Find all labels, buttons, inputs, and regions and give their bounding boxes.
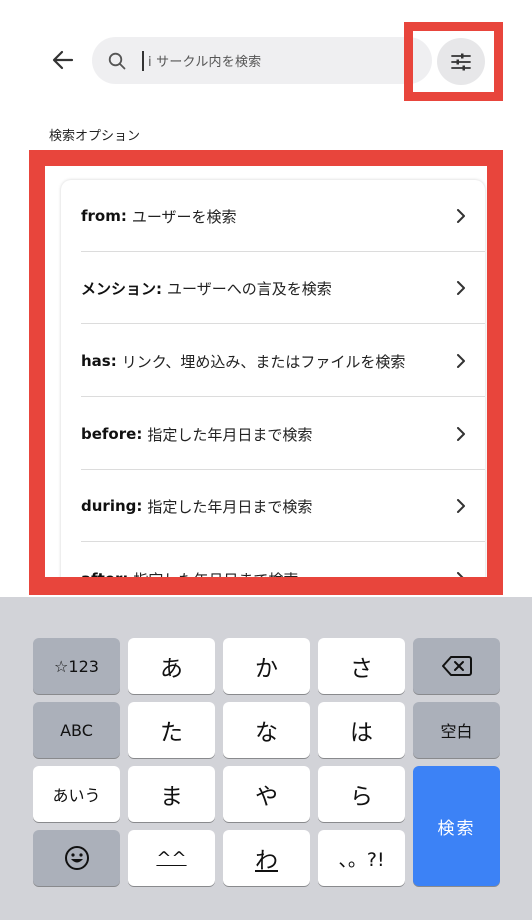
search-options-heading: 検索オプション bbox=[49, 129, 141, 144]
space-key[interactable]: 空白 bbox=[413, 702, 500, 758]
option-key: after: bbox=[81, 570, 129, 588]
mode-key-label: ☆123 bbox=[54, 656, 99, 676]
chevron-right-icon bbox=[455, 499, 467, 513]
option-before[interactable]: before: 指定した年月日まで検索 bbox=[61, 398, 485, 470]
key-label: 、。?! bbox=[338, 848, 385, 871]
chevron-right-icon bbox=[455, 354, 467, 368]
top-bar: i サークル内を検索 bbox=[0, 0, 532, 115]
option-mention[interactable]: メンション: ユーザーへの言及を検索 bbox=[61, 252, 485, 324]
key-ha[interactable]: は bbox=[318, 702, 405, 758]
options-highlight-box: from: ユーザーを検索 メンション: ユーザーへの言及を検索 has: リン… bbox=[29, 150, 503, 595]
key-ta[interactable]: た bbox=[128, 702, 215, 758]
back-button[interactable] bbox=[46, 46, 80, 74]
key-ra[interactable]: ら bbox=[318, 766, 405, 822]
backspace-icon bbox=[441, 656, 472, 676]
mode-key[interactable]: ☆123 bbox=[33, 638, 120, 694]
search-key-label: 検索 bbox=[437, 818, 476, 839]
key-label: ら bbox=[350, 784, 373, 810]
key-na[interactable]: な bbox=[223, 702, 310, 758]
key-label: な bbox=[255, 720, 278, 746]
emoji-icon bbox=[64, 846, 89, 870]
option-key: メンション: bbox=[81, 279, 162, 298]
search-icon bbox=[106, 50, 128, 72]
chevron-right-icon bbox=[455, 572, 467, 577]
key-label: あ bbox=[160, 656, 183, 682]
divider bbox=[81, 541, 485, 542]
key-ya[interactable]: や bbox=[223, 766, 310, 822]
divider bbox=[81, 323, 485, 324]
option-row-content: has: リンク、埋め込み、またはファイルを検索 bbox=[81, 325, 485, 397]
abc-key-label: ABC bbox=[60, 720, 93, 740]
option-during[interactable]: during: 指定した年月日まで検索 bbox=[61, 470, 485, 542]
key-ka[interactable]: か bbox=[223, 638, 310, 694]
text-caret bbox=[142, 50, 144, 71]
option-description: 指定した年月日まで検索 bbox=[147, 425, 313, 444]
key-dakuten[interactable]: ^^ bbox=[128, 830, 215, 886]
emoji-key[interactable] bbox=[33, 830, 120, 886]
option-row-content: before: 指定した年月日まで検索 bbox=[81, 398, 485, 470]
option-description: ユーザーを検索 bbox=[131, 207, 237, 226]
space-key-label: 空白 bbox=[440, 722, 473, 741]
aiu-key-label: あいう bbox=[52, 786, 101, 805]
key-sa[interactable]: さ bbox=[318, 638, 405, 694]
option-row-content: メンション: ユーザーへの言及を検索 bbox=[81, 252, 485, 324]
divider bbox=[81, 396, 485, 397]
key-label: は bbox=[350, 720, 373, 746]
key-label: ^^ bbox=[156, 847, 187, 869]
key-punctuation[interactable]: 、。?! bbox=[318, 830, 405, 886]
search-options-list: from: ユーザーを検索 メンション: ユーザーへの言及を検索 has: リン… bbox=[61, 180, 485, 589]
option-row-content: during: 指定した年月日まで検索 bbox=[81, 470, 485, 542]
option-description: 指定した年月日まで検索 bbox=[147, 497, 313, 516]
key-label: か bbox=[255, 656, 278, 682]
key-label: わ bbox=[255, 848, 278, 874]
key-label: た bbox=[160, 720, 183, 746]
filter-button[interactable] bbox=[437, 38, 485, 85]
option-key: during: bbox=[81, 497, 143, 515]
japanese-keyboard: ☆123 ABC あいう あ か さ た な は ま や ら ^^ わ 、。?!… bbox=[0, 597, 532, 920]
key-label: ま bbox=[160, 784, 183, 810]
key-ma[interactable]: ま bbox=[128, 766, 215, 822]
option-key: before: bbox=[81, 425, 143, 443]
key-label: や bbox=[255, 784, 278, 810]
option-description: ユーザーへの言及を検索 bbox=[167, 279, 332, 298]
aiu-key[interactable]: あいう bbox=[33, 766, 120, 822]
key-a[interactable]: あ bbox=[128, 638, 215, 694]
chevron-right-icon bbox=[455, 281, 467, 295]
chevron-right-icon bbox=[455, 427, 467, 441]
search-input[interactable]: i サークル内を検索 bbox=[92, 37, 432, 84]
option-has[interactable]: has: リンク、埋め込み、またはファイルを検索 bbox=[61, 325, 485, 397]
option-row-content: from: ユーザーを検索 bbox=[81, 180, 485, 252]
option-row-content: after: 指定した年月日まで検索 bbox=[81, 543, 485, 589]
arrow-left-icon bbox=[52, 50, 74, 70]
key-wa[interactable]: わ bbox=[223, 830, 310, 886]
abc-key[interactable]: ABC bbox=[33, 702, 120, 758]
option-from[interactable]: from: ユーザーを検索 bbox=[61, 180, 485, 252]
search-key[interactable]: 検索 bbox=[413, 766, 500, 886]
backspace-key[interactable] bbox=[413, 638, 500, 694]
option-key: from: bbox=[81, 207, 127, 225]
chevron-right-icon bbox=[455, 209, 467, 223]
search-placeholder: i サークル内を検索 bbox=[148, 55, 262, 70]
sliders-icon bbox=[451, 53, 471, 70]
option-description: 指定した年月日まで検索 bbox=[133, 570, 299, 589]
option-key: has: bbox=[81, 352, 117, 370]
option-after[interactable]: after: 指定した年月日まで検索 bbox=[61, 543, 485, 589]
key-label: さ bbox=[350, 656, 373, 682]
option-description: リンク、埋め込み、またはファイルを検索 bbox=[121, 352, 406, 371]
